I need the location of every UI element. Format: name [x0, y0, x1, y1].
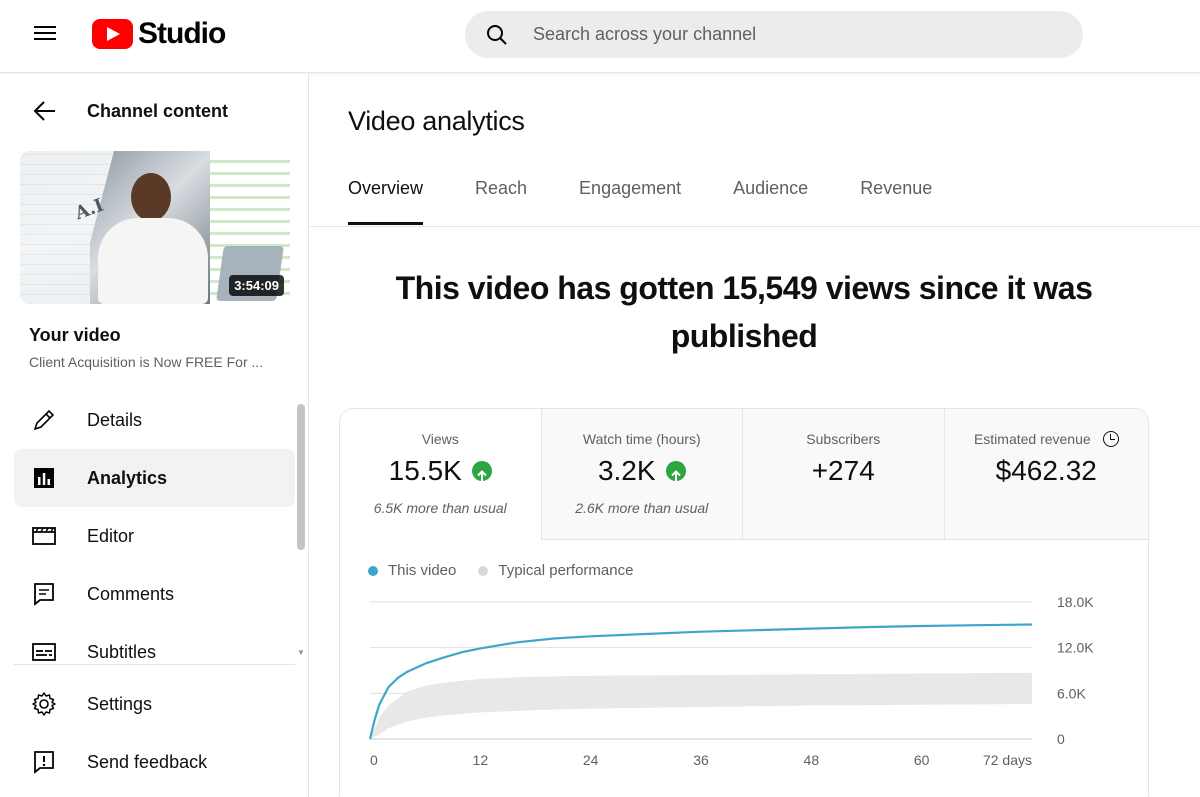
pencil-icon [30, 406, 58, 434]
typical-performance-band [370, 672, 1032, 739]
sidebar-item-comments[interactable]: Comments [14, 565, 295, 623]
sidebar-item-label: Settings [87, 693, 153, 714]
menu-icon[interactable] [24, 22, 64, 46]
sidebar-item-label: Details [87, 409, 143, 430]
feedback-icon [30, 748, 58, 776]
metric-value-row: 3.2K [542, 455, 743, 487]
comment-icon [30, 580, 58, 608]
channel-content-label: Channel content [87, 100, 229, 121]
gear-icon [30, 690, 58, 718]
thumbnail-person [98, 173, 208, 304]
analytics-card: Views 15.5K 6.5K more than usual Watch t… [339, 408, 1149, 797]
back-arrow-icon[interactable] [32, 98, 58, 124]
metric-estimated-revenue[interactable]: Estimated revenue $462.32 [944, 409, 1149, 540]
sidebar-item-label: Send feedback [87, 751, 208, 772]
sidebar-item-settings[interactable]: Settings [14, 675, 295, 733]
search-input[interactable] [533, 24, 1053, 45]
metric-value: 3.2K [597, 455, 656, 486]
metric-label-row: Estimated revenue [945, 431, 1149, 447]
metric-label: Subscribers [806, 431, 881, 447]
metric-label: Views [421, 431, 459, 447]
search-bar[interactable] [465, 11, 1083, 58]
metric-subscribers[interactable]: Subscribers +274 [743, 409, 945, 540]
video-thumbnail[interactable]: A.I 3:54:09 [20, 151, 290, 304]
metric-value-row: +274 [743, 455, 944, 487]
studio-logo[interactable]: Studio [92, 16, 226, 52]
metric-tiles: Views 15.5K 6.5K more than usual Watch t… [340, 409, 1148, 540]
legend-this-video: This video [368, 562, 456, 579]
sidebar-item-editor[interactable]: Editor [14, 507, 295, 565]
tab-engagement[interactable]: Engagement [579, 178, 681, 226]
back-to-channel-content[interactable]: Channel content [0, 74, 309, 148]
chart-legend: This video Typical performance [368, 562, 655, 579]
tabs-divider [310, 226, 1200, 227]
sidebar-item-label: Editor [87, 525, 135, 546]
metric-label: Watch time (hours) [582, 431, 701, 447]
sidebar-bottom-nav: Settings Send feedback [14, 664, 295, 791]
search-icon[interactable] [485, 23, 509, 47]
analytics-icon [30, 464, 58, 492]
x-tick-label: 72 days [983, 752, 1032, 768]
metric-value: +274 [811, 455, 875, 486]
main-content: Video analytics Overview Reach Engagemen… [310, 74, 1200, 797]
video-duration-badge: 3:54:09 [229, 275, 284, 296]
x-tick-label: 12 [473, 752, 489, 768]
metric-note: 2.6K more than usual [575, 500, 709, 516]
sidebar-nav: Details Analytics Editor Comments Subtit… [14, 391, 295, 681]
metric-watch-time[interactable]: Watch time (hours) 3.2K 2.6K more than u… [541, 409, 743, 540]
y-tick-label: 0 [1057, 731, 1065, 747]
tab-revenue[interactable]: Revenue [860, 178, 932, 226]
metric-value: $462.32 [995, 455, 1097, 486]
views-headline: This video has gotten 15,549 views since… [395, 270, 1093, 354]
x-tick-label: 24 [583, 752, 599, 768]
clock-icon[interactable] [1102, 431, 1119, 447]
x-tick-label: 36 [693, 752, 709, 768]
views-chart[interactable]: 0 6.0K 12.0K 18.0K 0 12 24 36 48 60 72 days [340, 589, 1149, 797]
thumbnail-person-head [131, 173, 171, 221]
sidebar-item-details[interactable]: Details [14, 391, 295, 449]
x-tick-label: 0 [370, 752, 378, 768]
y-tick-label: 18.0K [1057, 594, 1094, 610]
scroll-down-icon[interactable]: ▼ [297, 648, 305, 657]
thumbnail-person-body [98, 218, 208, 304]
legend-dot-icon [368, 565, 378, 576]
x-tick-label: 48 [804, 752, 820, 768]
metric-value-row: $462.32 [945, 455, 1149, 487]
trend-up-icon [471, 461, 492, 481]
video-title: Client Acquisition is Now FREE For ... [29, 354, 264, 370]
sidebar: Channel content A.I 3:54:09 Your video C… [0, 74, 309, 797]
subtitles-icon [30, 638, 58, 666]
legend-label: Typical performance [498, 562, 634, 579]
legend-typical-performance: Typical performance [478, 562, 633, 579]
legend-dot-icon [478, 565, 489, 576]
tab-reach[interactable]: Reach [475, 178, 527, 226]
youtube-logo-icon [92, 19, 133, 49]
sidebar-item-send-feedback[interactable]: Send feedback [14, 733, 295, 791]
sidebar-item-label: Subtitles [87, 641, 157, 662]
clapperboard-icon [30, 522, 58, 550]
metric-note: 6.5K more than usual [373, 500, 507, 516]
x-tick-label: 60 [914, 752, 930, 768]
trend-up-icon [665, 461, 686, 481]
sidebar-item-analytics[interactable]: Analytics [14, 449, 295, 507]
metric-views[interactable]: Views 15.5K 6.5K more than usual [340, 409, 542, 540]
legend-label: This video [388, 562, 457, 579]
metric-value: 15.5K [388, 455, 462, 486]
studio-wordmark: Studio [138, 17, 226, 50]
sidebar-scrollbar[interactable] [297, 404, 305, 550]
tab-audience[interactable]: Audience [733, 178, 808, 226]
y-tick-label: 12.0K [1057, 640, 1094, 656]
sidebar-item-label: Comments [87, 583, 175, 604]
tab-overview[interactable]: Overview [348, 178, 424, 226]
y-tick-label: 6.0K [1057, 685, 1086, 701]
sidebar-item-label: Analytics [87, 467, 168, 488]
metric-label: Estimated revenue [973, 431, 1091, 447]
your-video-label: Your video [29, 325, 121, 345]
page-title: Video analytics [348, 106, 525, 136]
metric-value-row: 15.5K [340, 455, 541, 487]
analytics-tabs: Overview Reach Engagement Audience Reven… [348, 178, 984, 226]
top-bar: Studio [0, 0, 1200, 73]
